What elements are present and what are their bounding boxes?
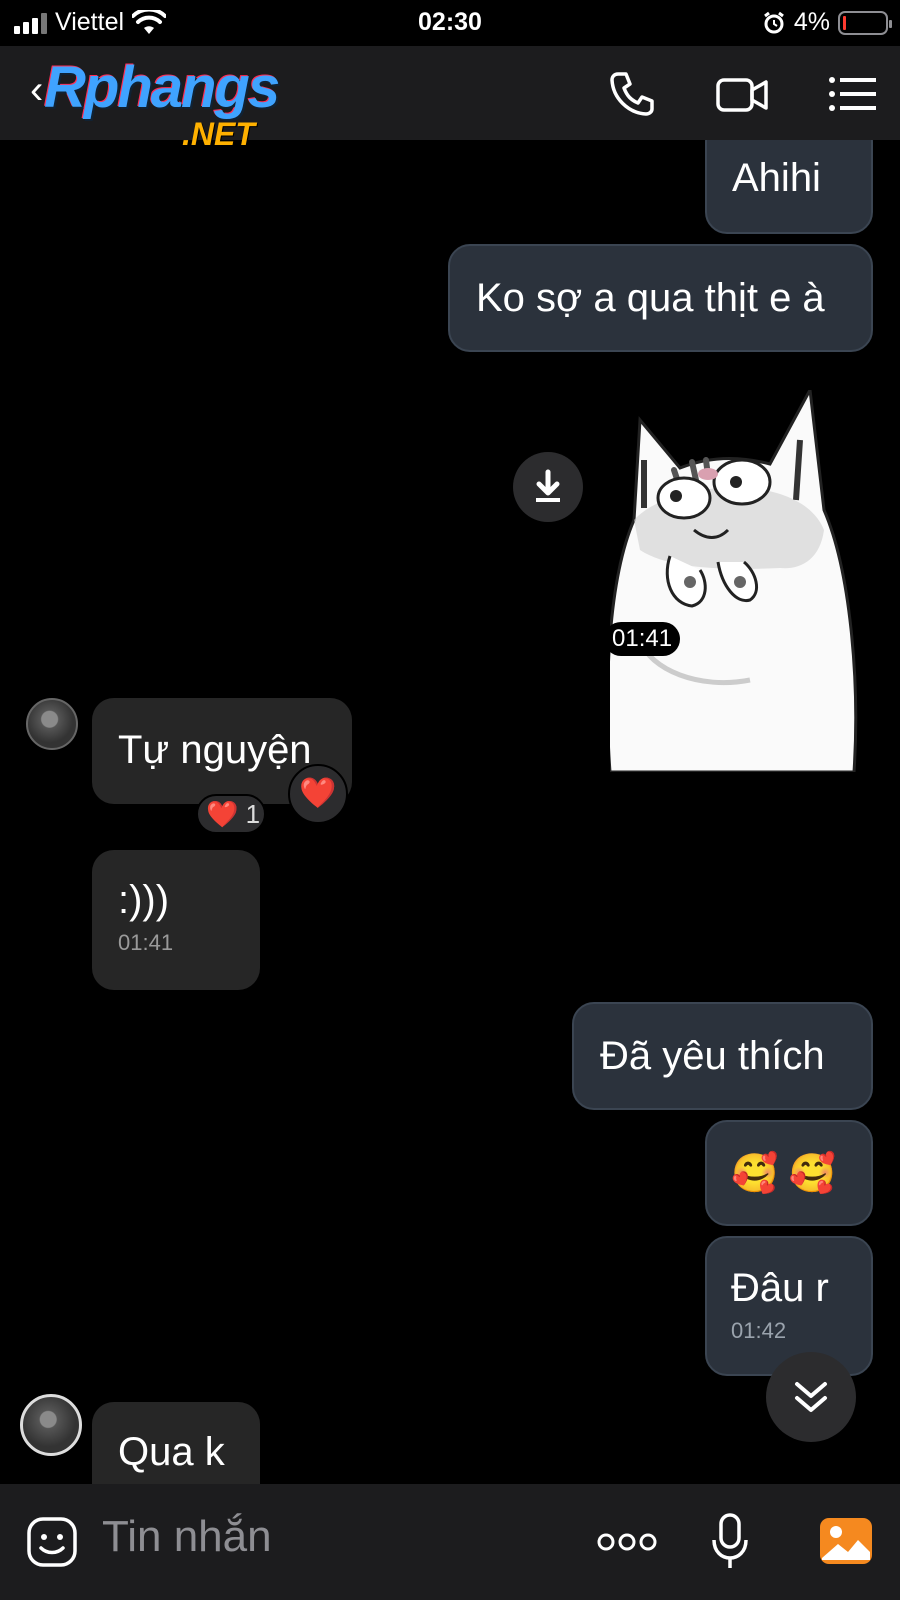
alarm-icon — [763, 11, 784, 33]
gallery-icon[interactable] — [818, 1516, 874, 1566]
message-text: Đã yêu thích — [600, 1034, 825, 1078]
more-dots-icon[interactable] — [596, 1528, 658, 1556]
battery-percent: 4% — [793, 8, 830, 36]
download-icon — [536, 469, 560, 502]
message-text: :))) — [118, 878, 170, 922]
status-right: 4% — [762, 8, 892, 37]
message-outgoing[interactable]: Đã yêu thích — [572, 1002, 873, 1110]
react-button[interactable]: ❤️ — [288, 764, 348, 824]
message-text: Tự nguyện — [118, 728, 312, 772]
chat-header: ‹ Rphangs .NET — [0, 46, 900, 152]
heart-icon: ❤️ — [299, 777, 337, 810]
message-time: 01:41 — [118, 930, 174, 955]
battery-icon — [838, 10, 892, 35]
message-time: 01:42 — [731, 1318, 787, 1343]
message-incoming[interactable]: :))) 01:41 — [92, 850, 260, 990]
message-outgoing[interactable]: 🥰 🥰 — [705, 1120, 873, 1226]
emoji-text: 🥰 🥰 — [731, 1153, 837, 1195]
message-text: Ko sợ a qua thịt e à — [476, 276, 825, 320]
download-button[interactable] — [513, 452, 583, 522]
message-outgoing[interactable]: Ahihi — [705, 140, 873, 234]
reaction-count-badge[interactable]: ❤️ 1 — [196, 794, 266, 834]
avatar[interactable] — [20, 1394, 82, 1456]
back-icon[interactable]: ‹ — [30, 68, 43, 113]
double-chevron-down-icon — [795, 1382, 827, 1412]
watermark-logo: Rphangs .NET — [44, 54, 334, 152]
sticker-time-text: 01:41 — [612, 625, 673, 652]
message-input[interactable]: Tin nhắn — [102, 1512, 272, 1562]
reaction-emoji: ❤️ — [206, 799, 239, 829]
message-incoming[interactable]: Qua k — [92, 1402, 260, 1484]
cat-sticker[interactable] — [610, 390, 858, 772]
avatar[interactable] — [26, 698, 78, 750]
composer-bar: Tin nhắn — [0, 1484, 900, 1600]
menu-list-icon[interactable] — [824, 66, 880, 122]
logo-main-text: Rphangs — [44, 55, 280, 120]
message-text: Ahihi — [732, 156, 821, 200]
sticker-time: 01:41 — [604, 622, 681, 656]
reaction-count: 1 — [245, 799, 261, 829]
status-bar: Viettel 02:30 4% — [0, 0, 900, 46]
message-text: Qua k — [118, 1430, 225, 1474]
message-list[interactable]: Ahihi Ko sợ a qua thịt e à 01:41 Tự nguy… — [0, 140, 900, 1484]
sticker-icon[interactable] — [26, 1516, 78, 1568]
scroll-to-bottom-button[interactable] — [766, 1352, 856, 1442]
phone-icon[interactable] — [604, 66, 660, 122]
microphone-icon[interactable] — [710, 1512, 750, 1570]
message-text: Đâu r — [731, 1266, 829, 1310]
video-call-icon[interactable] — [714, 66, 770, 122]
message-outgoing[interactable]: Ko sợ a qua thịt e à — [448, 244, 873, 352]
